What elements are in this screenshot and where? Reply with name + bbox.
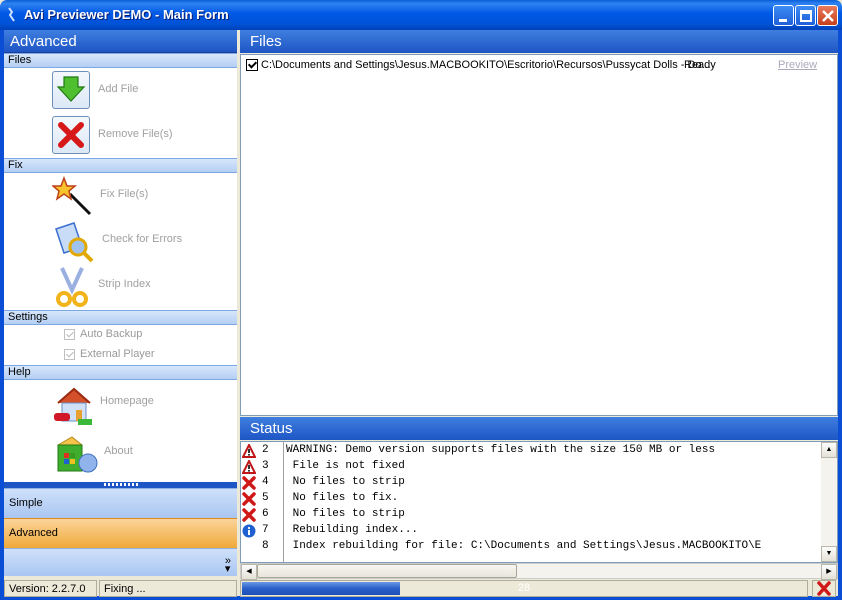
magic-wand-icon: [50, 175, 92, 216]
log-row: 2 WARNING: Demo version supports files wi…: [241, 442, 821, 459]
status-log[interactable]: 2 WARNING: Demo version supports files wi…: [240, 441, 838, 563]
strip-index-label: Strip Index: [98, 278, 151, 290]
about-button[interactable]: About: [4, 428, 237, 473]
log-message: No files to strip: [286, 508, 405, 520]
log-line-number: 3: [262, 460, 269, 472]
log-line-number: 5: [262, 492, 269, 504]
file-path: C:\Documents and Settings\Jesus.MACBOOKI…: [261, 59, 711, 71]
log-line-number: 8: [262, 540, 269, 552]
magnifier-document-icon: [52, 221, 94, 263]
check-errors-label: Check for Errors: [102, 233, 183, 245]
external-player-label: External Player: [80, 348, 155, 360]
nav-simple-label: Simple: [9, 497, 43, 509]
homepage-label: Homepage: [100, 395, 154, 407]
info-icon: [242, 524, 256, 538]
error-icon: [242, 476, 256, 490]
log-message: File is not fixed: [286, 460, 405, 472]
remove-file-button[interactable]: Remove File(s): [4, 113, 237, 158]
external-player-checkbox[interactable]: External Player: [4, 345, 237, 365]
auto-backup-check-icon: [64, 329, 75, 340]
log-message: No files to fix.: [286, 492, 399, 504]
warning-icon: [241, 458, 257, 474]
add-file-icon: [52, 71, 90, 109]
error-icon: [242, 508, 256, 522]
nav-advanced-label: Advanced: [9, 527, 58, 539]
error-icon: [242, 492, 256, 506]
window-title: Avi Previewer DEMO - Main Form: [24, 7, 229, 22]
file-status: Ready: [684, 59, 716, 71]
app-icon: [8, 7, 15, 22]
log-row: 6 No files to strip: [241, 507, 821, 523]
scroll-up-button[interactable]: ▲: [821, 442, 837, 458]
blank-icon: [242, 540, 256, 554]
auto-backup-label: Auto Backup: [80, 328, 143, 340]
group-header-settings[interactable]: Settings: [4, 310, 237, 325]
maximize-button[interactable]: [795, 5, 816, 26]
nav-overflow-bar: » ▾: [4, 548, 237, 576]
file-row[interactable]: C:\Documents and Settings\Jesus.MACBOOKI…: [245, 58, 835, 74]
close-button[interactable]: [817, 5, 838, 26]
log-row: 4 No files to strip: [241, 475, 821, 491]
close-icon: [822, 10, 834, 22]
cancel-icon: [817, 581, 831, 596]
nav-advanced-button[interactable]: Advanced: [4, 518, 237, 548]
maximize-icon: [800, 10, 812, 22]
about-box-icon: [52, 431, 98, 473]
minimize-button[interactable]: [773, 5, 794, 26]
status-vertical-scrollbar[interactable]: ▲ ▼: [821, 442, 837, 562]
group-header-help[interactable]: Help: [4, 365, 237, 380]
grip-icon: [104, 483, 138, 486]
minimize-icon: [779, 19, 787, 22]
progress-bar: 28: [240, 580, 808, 597]
remove-file-label: Remove File(s): [98, 128, 173, 140]
log-row: 3 File is not fixed: [241, 458, 821, 475]
home-icon: [52, 383, 92, 425]
scroll-down-button[interactable]: ▼: [821, 546, 837, 562]
preview-link[interactable]: Preview: [778, 59, 817, 71]
cancel-operation-button[interactable]: [812, 580, 836, 597]
group-header-fix[interactable]: Fix: [4, 158, 237, 173]
state-label: Fixing ...: [99, 580, 237, 597]
title-bar: Avi Previewer DEMO - Main Form: [0, 0, 842, 30]
nav-simple-button[interactable]: Simple: [4, 488, 237, 518]
add-file-label: Add File: [98, 83, 139, 95]
fix-files-button[interactable]: Fix File(s): [4, 173, 237, 218]
log-row: 8 Index rebuilding for file: C:\Document…: [241, 539, 821, 555]
files-panel-header: Files: [240, 30, 838, 53]
progress-label: 28: [517, 582, 531, 594]
log-line-number: 7: [262, 524, 269, 536]
file-row-checkbox[interactable]: [246, 59, 258, 71]
log-line-number: 4: [262, 476, 269, 488]
window-frame-right: [838, 30, 842, 600]
chevron-down-icon[interactable]: » ▾: [225, 556, 231, 575]
fix-files-label: Fix File(s): [100, 188, 149, 200]
warning-icon: [241, 442, 257, 458]
files-list[interactable]: C:\Documents and Settings\Jesus.MACBOOKI…: [240, 54, 838, 416]
log-message: Rebuilding index...: [286, 524, 419, 536]
group-header-files[interactable]: Files: [4, 53, 237, 68]
homepage-button[interactable]: Homepage: [4, 380, 237, 428]
remove-file-icon: [52, 116, 90, 154]
about-label: About: [104, 445, 133, 457]
scissors-icon: [52, 266, 90, 307]
check-errors-button[interactable]: Check for Errors: [4, 218, 237, 263]
status-panel-header: Status: [240, 417, 838, 440]
add-file-button[interactable]: Add File: [4, 68, 237, 113]
log-row: 5 No files to fix.: [241, 491, 821, 507]
log-message: Index rebuilding for file: C:\Documents …: [286, 540, 762, 552]
log-message: WARNING: Demo version supports files wit…: [286, 444, 716, 456]
version-label: Version: 2.2.7.0: [4, 580, 97, 597]
strip-index-button[interactable]: Strip Index: [4, 263, 237, 308]
horizontal-scroll-thumb[interactable]: [257, 564, 517, 578]
scroll-left-button[interactable]: ◀: [241, 564, 257, 580]
log-row: 7 Rebuilding index...: [241, 523, 821, 539]
auto-backup-checkbox[interactable]: Auto Backup: [4, 325, 237, 345]
left-panel-header: Advanced: [4, 30, 237, 53]
log-message: No files to strip: [286, 476, 405, 488]
scroll-right-button[interactable]: ▶: [821, 564, 837, 580]
log-line-number: 2: [262, 444, 269, 456]
status-horizontal-scrollbar[interactable]: ◀ ▶: [240, 563, 838, 580]
external-player-check-icon: [64, 349, 75, 360]
log-line-number: 6: [262, 508, 269, 520]
